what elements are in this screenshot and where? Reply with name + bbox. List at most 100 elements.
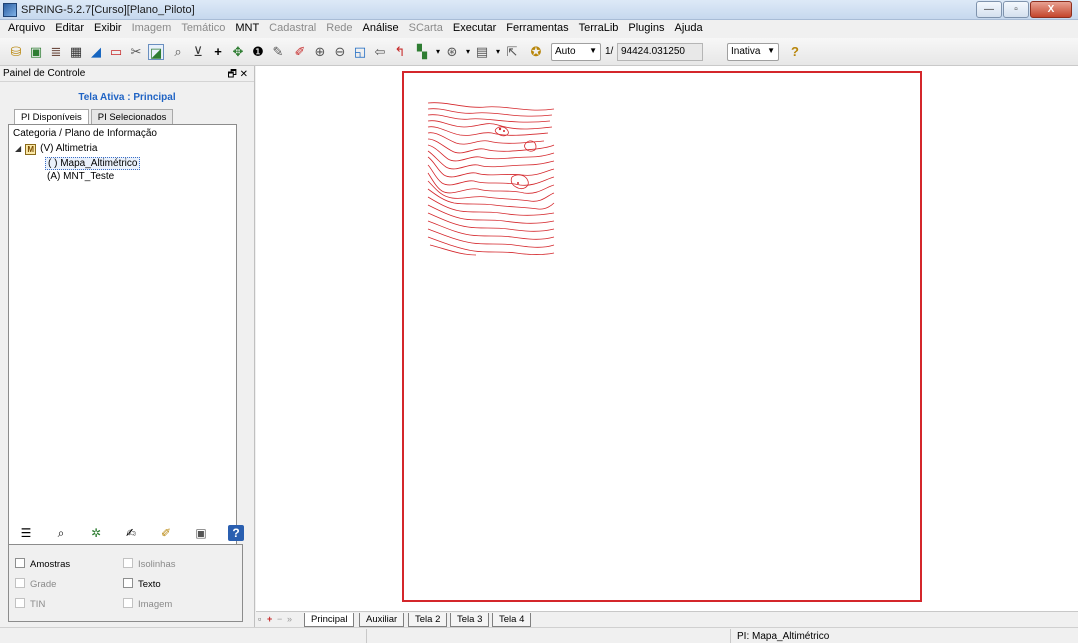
map-canvas[interactable] <box>256 66 1078 611</box>
status-bar: PI: Mapa_Altimétrico <box>0 627 1078 643</box>
checkbox-imagem[interactable]: Imagem <box>123 598 172 610</box>
back-icon[interactable]: ⇦ <box>372 44 388 60</box>
menu-ajuda[interactable]: Ajuda <box>669 20 707 38</box>
legend-icon[interactable]: ▣ <box>193 525 209 541</box>
panel-float-close-icon[interactable]: 🗗 ✕ <box>227 67 248 84</box>
tree-item-mnt-teste[interactable]: (A) MNT_Teste <box>47 171 114 182</box>
help-icon[interactable]: ? <box>787 44 803 60</box>
menu-executar[interactable]: Executar <box>448 20 501 38</box>
menu-scarta[interactable]: SCarta <box>404 20 448 38</box>
tab-auxiliar[interactable]: Auxiliar <box>359 613 405 627</box>
checkbox-isolinhas[interactable]: Isolinhas <box>123 558 176 570</box>
tab-pi-selecionados[interactable]: PI Selecionados <box>90 109 174 124</box>
minimize-button[interactable]: — <box>976 1 1002 18</box>
remove-tab-icon[interactable]: − <box>277 614 282 624</box>
menu-plugins[interactable]: Plugins <box>623 20 669 38</box>
checkbox-amostras[interactable]: Amostras <box>15 558 70 570</box>
scale-mode-value: Auto <box>555 46 576 57</box>
tab-tela-4[interactable]: Tela 4 <box>492 613 532 627</box>
control-panel: Painel de Controle 🗗 ✕ Tela Ativa : Prin… <box>0 66 255 643</box>
mnt-icon[interactable]: ◪ <box>148 44 164 60</box>
menu-cadastral[interactable]: Cadastral <box>264 20 321 38</box>
undo-icon[interactable]: ↰ <box>392 44 408 60</box>
expand-triangle-icon[interactable]: ◢ <box>15 144 21 153</box>
list-icon[interactable]: ☰ <box>18 525 34 541</box>
draw-icon[interactable]: ◢ <box>88 44 104 60</box>
tab-tela-2[interactable]: Tela 2 <box>408 613 448 627</box>
mnt-category-icon: M <box>25 144 37 155</box>
status-divider <box>730 629 731 643</box>
menu-imagem[interactable]: Imagem <box>127 20 177 38</box>
tools-dropdown-icon[interactable]: ▚ <box>414 44 430 60</box>
screen-tabs: ▫ + − » Principal Auxiliar Tela 2 Tela 3… <box>256 611 1078 627</box>
status-select-value: Inativa <box>731 46 761 57</box>
crosshair-icon[interactable]: + <box>210 44 226 60</box>
panel-header: Painel de Controle 🗗 ✕ <box>0 66 254 82</box>
checkbox-grade-label: Grade <box>30 579 57 590</box>
scissors-icon[interactable]: ✂ <box>128 44 144 60</box>
zoom-window-icon[interactable]: ⌕ <box>170 44 186 60</box>
menu-editar[interactable]: Editar <box>50 20 89 38</box>
info-cursor-icon[interactable]: ⊻ <box>190 44 206 60</box>
zoom-previous-icon[interactable]: ◱ <box>352 44 368 60</box>
pencil-icon[interactable]: ✐ <box>292 44 308 60</box>
menu-mnt[interactable]: MNT <box>230 20 264 38</box>
checkbox-texto[interactable]: Texto <box>123 578 161 590</box>
tree-category-altimetria[interactable]: ◢ M (V) Altimetria <box>15 143 97 155</box>
zoom-in-icon[interactable]: ⊕ <box>312 44 328 60</box>
palette-icon[interactable]: ✪ <box>528 44 544 60</box>
close-button[interactable]: X <box>1030 1 1072 18</box>
pan-icon[interactable]: ✥ <box>230 44 246 60</box>
checkbox-amostras-label: Amostras <box>30 559 71 570</box>
scale-value-field[interactable]: 94424.031250 <box>617 43 703 61</box>
zoom-out-icon[interactable]: ⊖ <box>332 44 348 60</box>
menu-arquivo[interactable]: Arquivo <box>3 20 50 38</box>
checkbox-texto-label: Texto <box>138 579 161 590</box>
checkbox-grade[interactable]: Grade <box>15 578 56 590</box>
status-pi: PI: Mapa_Altimétrico <box>737 631 830 642</box>
menu-analise[interactable]: Análise <box>358 20 404 38</box>
menu-bar: Arquivo Editar Exibir Imagem Temático MN… <box>0 20 1078 38</box>
menu-tematico[interactable]: Temático <box>176 20 230 38</box>
checkbox-imagem-label: Imagem <box>138 599 173 610</box>
menu-terralib[interactable]: TerraLib <box>574 20 624 38</box>
maximize-button[interactable]: ▫ <box>1003 1 1029 18</box>
help-icon[interactable]: ? <box>228 525 244 541</box>
edit-layer-icon[interactable]: ✍ <box>123 525 139 541</box>
map-frame[interactable] <box>402 71 922 602</box>
panel-title: Painel de Controle <box>3 68 86 79</box>
tree-item-mapa-altimetrico[interactable]: ( ) Mapa_Altimétrico <box>45 157 141 170</box>
contour-map <box>427 102 555 256</box>
checkbox-tin-label: TIN <box>30 599 46 610</box>
grid-icon[interactable]: ▦ <box>68 44 84 60</box>
tab-principal[interactable]: Principal <box>304 613 355 627</box>
edit-icon[interactable]: ✎ <box>270 44 286 60</box>
visual-icon[interactable]: ✲ <box>88 525 104 541</box>
pencil-icon[interactable]: ✐ <box>158 525 174 541</box>
chevron-down-icon: ▼ <box>589 46 597 55</box>
menu-exibir[interactable]: Exibir <box>89 20 127 38</box>
representation-checkboxes: Amostras Isolinhas Grade Texto TIN Image… <box>8 544 243 622</box>
add-tab-icon[interactable]: + <box>267 614 272 624</box>
tab-list-icon[interactable]: ▫ <box>258 614 261 624</box>
database-icon[interactable]: ⛁ <box>8 44 24 60</box>
checkbox-tin[interactable]: TIN <box>15 598 45 610</box>
query-icon[interactable]: ⊛ <box>444 44 460 60</box>
status-select[interactable]: Inativa ▼ <box>727 43 779 61</box>
tab-menu-icon[interactable]: » <box>287 614 292 624</box>
tab-pi-disponiveis[interactable]: PI Disponíveis <box>14 109 89 125</box>
menu-rede[interactable]: Rede <box>321 20 357 38</box>
chevron-down-icon: ▼ <box>767 46 775 55</box>
scale-mode-select[interactable]: Auto ▼ <box>551 43 601 61</box>
table-icon[interactable]: ▤ <box>474 44 490 60</box>
screen-icon[interactable]: ▭ <box>108 44 124 60</box>
scale-prefix: 1/ <box>605 46 614 57</box>
search-layer-icon[interactable]: ⌕ <box>53 525 69 541</box>
info-icon[interactable]: ❶ <box>250 44 266 60</box>
cursor-plus-icon[interactable]: ⇱ <box>504 44 520 60</box>
project-icon[interactable]: ▣ <box>28 44 44 60</box>
app-icon <box>3 3 17 17</box>
layers-icon[interactable]: ≣ <box>48 44 64 60</box>
menu-ferramentas[interactable]: Ferramentas <box>501 20 573 38</box>
tab-tela-3[interactable]: Tela 3 <box>450 613 490 627</box>
